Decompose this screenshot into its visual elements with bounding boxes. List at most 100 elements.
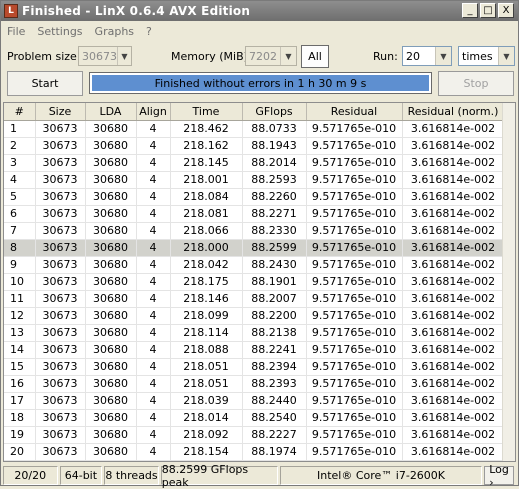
minimize-icon[interactable]: _ [462, 3, 478, 18]
dropdown-arrow-icon[interactable]: ▼ [435, 47, 451, 65]
menu-help[interactable]: ? [140, 25, 158, 38]
column-header[interactable]: Residual [306, 103, 403, 121]
table-row[interactable]: 14 30673 30680 4 218.088 88.2241 9.571765e-010… [4, 341, 505, 359]
table-cell: 30680 [85, 324, 137, 342]
column-header[interactable]: Residual (norm.) [402, 103, 505, 121]
table-cell: 30680 [85, 256, 137, 274]
table-cell: 88.2241 [242, 341, 307, 359]
dropdown-arrow-icon[interactable]: ▼ [498, 47, 514, 65]
table-cell: 30673 [35, 307, 86, 325]
table-cell: 88.2330 [242, 222, 307, 240]
table-row[interactable]: 12 30673 30680 4 218.099 88.2200 9.571765e-010… [4, 307, 505, 325]
table-cell: 15 [4, 358, 36, 376]
table-cell: 3.616814e-002 [402, 222, 505, 240]
column-header[interactable]: # [4, 103, 36, 121]
table-cell: 5 [4, 188, 36, 206]
table-row[interactable]: 5 30673 30680 4 218.084 88.2260 9.571765e-010 3… [4, 188, 505, 206]
table-cell: 9.571765e-010 [306, 392, 403, 410]
table-row[interactable]: 8 30673 30680 4 218.000 88.2599 9.571765e-010 3… [4, 239, 505, 257]
table-row[interactable]: 6 30673 30680 4 218.081 88.2271 9.571765e-010 3… [4, 205, 505, 223]
table-cell: 3.616814e-002 [402, 409, 505, 427]
table-cell: 9.571765e-010 [306, 256, 403, 274]
table-row[interactable]: 16 30673 30680 4 218.051 88.2393 9.571765e-010… [4, 375, 505, 393]
table-row[interactable]: 20 30673 30680 4 218.154 88.1974 9.571765e-010… [4, 443, 505, 461]
log-button[interactable]: Log › [484, 463, 514, 489]
app-icon[interactable]: L [4, 4, 18, 18]
progress-fill: Finished without errors in 1 h 30 m 9 s [92, 75, 429, 91]
table-cell: 10 [4, 273, 36, 291]
table-cell: 9.571765e-010 [306, 375, 403, 393]
table-row[interactable]: 17 30673 30680 4 218.039 88.2440 9.571765e-010… [4, 392, 505, 410]
results-table[interactable]: # Size LDA Align Time GFlops Residual Re… [3, 102, 516, 462]
table-row[interactable]: 4 30673 30680 4 218.001 88.2593 9.571765e-010 3… [4, 171, 505, 189]
table-cell: 88.2599 [242, 239, 307, 257]
column-header[interactable]: GFlops [242, 103, 307, 121]
table-cell: 9.571765e-010 [306, 460, 403, 461]
table-cell: 9.571765e-010 [306, 290, 403, 308]
stop-button[interactable]: Stop [438, 71, 514, 96]
column-header[interactable]: Align [136, 103, 171, 121]
table-cell: 30680 [85, 188, 137, 206]
table-cell: 4 [136, 188, 171, 206]
table-cell: 7 [4, 222, 36, 240]
status-bits: 64-bit [59, 466, 103, 485]
table-cell: 30673 [35, 341, 86, 359]
dropdown-arrow-icon[interactable]: ▼ [117, 47, 131, 65]
column-header[interactable]: LDA [85, 103, 137, 121]
title-bar[interactable]: L Finished - LinX 0.6.4 AVX Edition _ □ … [1, 1, 518, 21]
start-button[interactable]: Start [7, 71, 83, 96]
progress-text: Finished without errors in 1 h 30 m 9 s [154, 76, 367, 90]
table-cell: 30673 [35, 409, 86, 427]
table-cell: 4 [136, 290, 171, 308]
close-icon[interactable]: X [498, 3, 514, 18]
table-cell: 4 [136, 392, 171, 410]
maximize-icon[interactable]: □ [480, 3, 496, 18]
menu-settings[interactable]: Settings [31, 25, 88, 38]
table-cell: 4 [136, 443, 171, 461]
table-cell: 30680 [85, 222, 137, 240]
table-cell: 4 [136, 324, 171, 342]
dropdown-arrow-icon[interactable]: ▼ [280, 47, 296, 65]
table-row[interactable]: 9 30673 30680 4 218.042 88.2430 9.571765e-010 3… [4, 256, 505, 274]
table-row[interactable]: 18 30673 30680 4 218.014 88.2540 9.571765e-010… [4, 409, 505, 427]
status-progress: 20/20 [3, 466, 58, 485]
table-cell: 88.2393 [242, 375, 307, 393]
table-cell: 88.2007 [242, 290, 307, 308]
table-cell: 4 [136, 358, 171, 376]
run-unit-combo[interactable]: times ▼ [458, 46, 515, 66]
menu-graphs[interactable]: Graphs [89, 25, 140, 38]
table-cell: 30680 [85, 307, 137, 325]
table-row[interactable]: 15 30673 30680 4 218.051 88.2394 9.571765e-010… [4, 358, 505, 376]
table-cell: 3.616814e-002 [402, 290, 505, 308]
progress-bar: Finished without errors in 1 h 30 m 9 s [89, 72, 432, 94]
table-cell: 30673 [35, 171, 86, 189]
table-row[interactable]: 10 30673 30680 4 218.175 88.1901 9.571765e-010… [4, 273, 505, 291]
table-cell: 6 [4, 205, 36, 223]
run-count-combo[interactable]: 20 ▼ [402, 46, 452, 66]
table-cell: 3.616814e-002 [402, 426, 505, 444]
table-cell: 2 [4, 137, 36, 155]
column-header[interactable]: Time [170, 103, 243, 121]
table-cell: 9.571765e-010 [306, 222, 403, 240]
table-cell: 4 [136, 120, 171, 138]
table-row[interactable]: 1 30673 30680 4 218.462 88.0733 9.571765e-010 3… [4, 120, 505, 138]
problem-size-combo[interactable]: 30673 ▼ [78, 46, 132, 66]
table-cell: 3.616814e-002 [402, 205, 505, 223]
memory-combo[interactable]: 7202 ▼ [245, 46, 297, 66]
table-cell: 218.088 [170, 341, 243, 359]
table-cell: 30680 [85, 171, 137, 189]
menu-file[interactable]: File [1, 25, 31, 38]
table-cell: 3.616814e-002 [402, 375, 505, 393]
table-cell: 30680 [85, 154, 137, 172]
table-row[interactable]: 7 30673 30680 4 218.066 88.2330 9.571765e-010 3… [4, 222, 505, 240]
table-cell: 16 [4, 375, 36, 393]
table-row[interactable]: 2 30673 30680 4 218.162 88.1943 9.571765e-010 3… [4, 137, 505, 155]
table-row[interactable]: 19 30673 30680 4 218.092 88.2227 9.571765e-010… [4, 426, 505, 444]
table-row[interactable]: 13 30673 30680 4 218.114 88.2138 9.571765e-010… [4, 324, 505, 342]
table-cell: 218.084 [170, 188, 243, 206]
all-memory-button[interactable]: All [301, 45, 329, 68]
column-header[interactable]: Size [35, 103, 86, 121]
table-row[interactable]: 3 30673 30680 4 218.145 88.2014 9.571765e-010 3… [4, 154, 505, 172]
table-row[interactable]: 11 30673 30680 4 218.146 88.2007 9.571765e-010… [4, 290, 505, 308]
vertical-scrollbar[interactable] [502, 103, 515, 461]
